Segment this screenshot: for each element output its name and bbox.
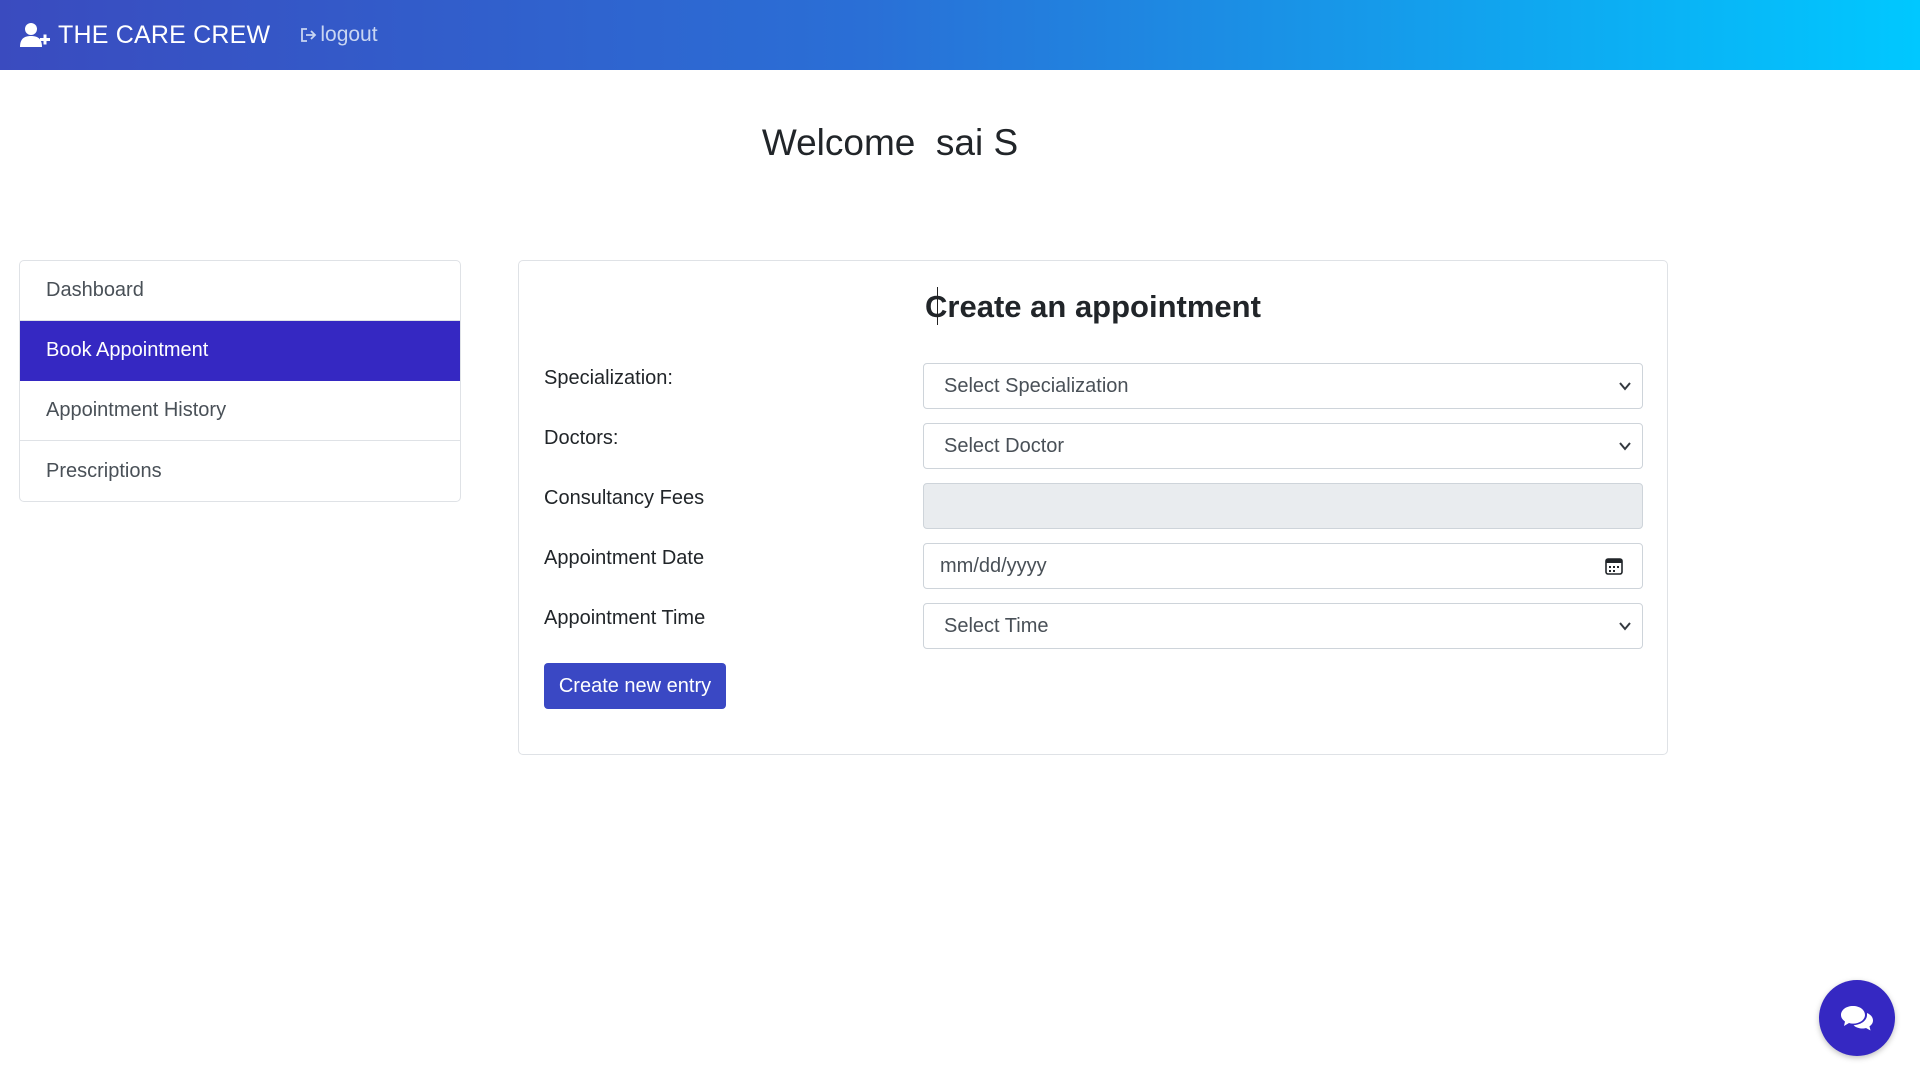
- chevron-down-icon: [1619, 442, 1631, 451]
- date-placeholder: mm/dd/yyyy: [940, 554, 1047, 577]
- doctors-label: Doctors:: [544, 427, 619, 449]
- form-title: Create an appointment: [925, 289, 1261, 324]
- sidebar-item-book-appointment[interactable]: Book Appointment: [20, 321, 460, 381]
- chat-button[interactable]: [1819, 980, 1895, 1056]
- fees-row: Consultancy Fees: [544, 483, 1644, 529]
- time-value: Select Time: [944, 614, 1049, 637]
- doctor-value: Select Doctor: [944, 434, 1065, 457]
- logout-link[interactable]: logout: [300, 23, 378, 47]
- create-entry-button[interactable]: Create new entry: [544, 663, 726, 709]
- sidebar-nav: Dashboard Book Appointment Appointment H…: [19, 260, 461, 502]
- doctor-select[interactable]: Select Doctor: [923, 423, 1643, 469]
- fees-field[interactable]: [923, 483, 1643, 529]
- specialization-value: Select Specialization: [944, 374, 1129, 397]
- date-input[interactable]: mm/dd/yyyy: [923, 543, 1643, 589]
- user-plus-icon: [20, 23, 50, 47]
- sidebar-item-appointment-history[interactable]: Appointment History: [20, 381, 460, 441]
- brand[interactable]: THE CARE CREW: [20, 21, 270, 50]
- text-caret: [937, 287, 938, 325]
- chevron-down-icon: [1619, 382, 1631, 391]
- specialization-label: Specialization:: [544, 367, 673, 389]
- appointment-form-card: Create an appointment Specialization: Se…: [518, 260, 1668, 755]
- welcome-heading: Welcome sai S: [761, 122, 1019, 163]
- fees-label: Consultancy Fees: [544, 487, 705, 509]
- sign-out-icon: [301, 28, 317, 42]
- calendar-icon[interactable]: [1604, 556, 1624, 576]
- chat-bubbles-icon: [1841, 1006, 1873, 1031]
- date-row: Appointment Date mm/dd/yyyy: [544, 543, 1644, 589]
- top-navbar: THE CARE CREW logout: [0, 0, 1920, 70]
- date-label: Appointment Date: [544, 547, 705, 569]
- sidebar-item-prescriptions[interactable]: Prescriptions: [20, 441, 460, 501]
- time-row: Appointment Time Select Time: [544, 603, 1644, 649]
- specialization-select[interactable]: Select Specialization: [923, 363, 1643, 409]
- logout-label: logout: [320, 23, 378, 46]
- sidebar-item-dashboard[interactable]: Dashboard: [20, 261, 460, 321]
- time-select[interactable]: Select Time: [923, 603, 1643, 649]
- brand-name: THE CARE CREW: [58, 20, 271, 49]
- specialization-row: Specialization: Select Specialization: [544, 363, 1644, 409]
- chevron-down-icon: [1619, 622, 1631, 631]
- doctors-row: Doctors: Select Doctor: [544, 423, 1644, 469]
- time-label: Appointment Time: [544, 607, 706, 629]
